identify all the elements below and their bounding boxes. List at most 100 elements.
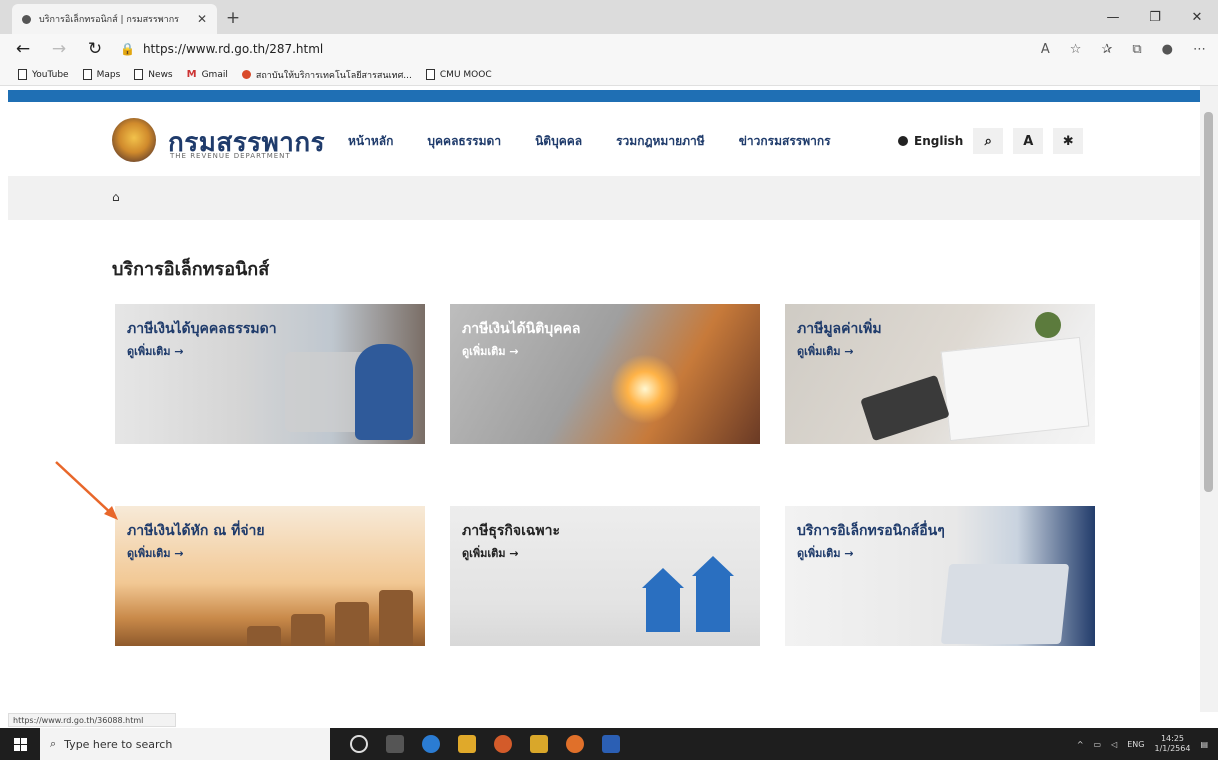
menu-corporate[interactable]: นิติบุคคล <box>535 132 582 151</box>
menu-home[interactable]: หน้าหลัก <box>348 132 393 151</box>
word-icon[interactable] <box>602 735 620 753</box>
menu-individual[interactable]: บุคคลธรรมดา <box>427 132 501 151</box>
status-url: https://www.rd.go.th/36088.html <box>8 713 176 727</box>
site-favicon-icon <box>22 14 31 24</box>
revenue-department-logo[interactable] <box>112 118 156 162</box>
institute-icon <box>241 70 251 79</box>
menu-tax-law[interactable]: รวมกฎหมายภาษี <box>616 132 705 151</box>
theme-toggle-button[interactable]: ✱ <box>1053 128 1084 154</box>
clock[interactable]: 14:25 1/1/2564 <box>1155 734 1191 754</box>
more-menu-icon[interactable]: ⋯ <box>1193 42 1206 57</box>
store-icon[interactable] <box>530 735 548 753</box>
favorite-star-icon[interactable]: ☆ <box>1070 42 1082 57</box>
menu-news[interactable]: ข่าวกรมสรรพากร <box>739 132 831 151</box>
language-indicator[interactable]: ENG <box>1127 740 1144 749</box>
globe-icon <box>898 136 908 146</box>
bookmark-news[interactable]: News <box>134 69 173 80</box>
chrome-icon[interactable] <box>494 735 512 753</box>
card-more-link[interactable]: ดูเพิ่มเติม → <box>797 544 854 562</box>
web-page: กรมสรรพากร THE REVENUE DEPARTMENT หน้าหล… <box>8 102 1200 712</box>
firefox-icon[interactable] <box>566 735 584 753</box>
site-header: กรมสรรพากร THE REVENUE DEPARTMENT หน้าหล… <box>8 102 1200 178</box>
site-top-bar <box>8 90 1200 102</box>
taskbar-apps <box>350 735 620 753</box>
bookmarks-bar: YouTube Maps News M Gmail สถาบันให้บริการ… <box>0 64 1218 86</box>
home-icon[interactable]: ⌂ <box>112 190 120 204</box>
maximize-button[interactable]: ❐ <box>1134 0 1176 34</box>
page-icon <box>134 69 144 80</box>
english-language-link[interactable]: English <box>898 134 963 148</box>
window-controls: — ❐ ✕ <box>1092 0 1218 34</box>
browser-tools: A ☆ ✰ ⧉ ● ⋯ <box>1041 42 1206 57</box>
edge-icon[interactable] <box>422 735 440 753</box>
search-icon: ⌕ <box>984 133 992 149</box>
card-personal-income-tax[interactable]: ภาษีเงินได้บุคคลธรรมดา ดูเพิ่มเติม → <box>115 304 425 444</box>
sun-icon: ✱ <box>1062 133 1074 149</box>
card-withholding-tax[interactable]: ภาษีเงินได้หัก ณ ที่จ่าย ดูเพิ่มเติม → <box>115 506 425 646</box>
network-icon[interactable]: ▭ <box>1094 740 1102 749</box>
address-bar[interactable]: 🔒 https://www.rd.go.th/287.html <box>120 42 1027 56</box>
screen: บริการอิเล็กทรอนิกส์ | กรมสรรพากร ✕ + — … <box>0 0 1218 760</box>
notifications-icon[interactable]: ▤ <box>1200 740 1208 749</box>
start-button[interactable] <box>0 728 40 760</box>
card-title: ภาษีธุรกิจเฉพาะ <box>462 523 560 539</box>
tab-strip: บริการอิเล็กทรอนิกส์ | กรมสรรพากร ✕ + — … <box>0 0 1218 34</box>
card-more-link[interactable]: ดูเพิ่มเติม → <box>462 342 519 360</box>
taskbar-search[interactable]: ⌕ Type here to search <box>40 728 330 760</box>
minimize-button[interactable]: — <box>1092 0 1134 34</box>
calculator-image <box>860 374 950 442</box>
gmail-icon: M <box>186 69 197 80</box>
papers-image <box>940 336 1090 442</box>
browser-tab[interactable]: บริการอิเล็กทรอนิกส์ | กรมสรรพากร ✕ <box>12 4 217 34</box>
new-tab-button[interactable]: + <box>223 8 243 28</box>
scrollbar-thumb[interactable] <box>1204 112 1213 492</box>
brand-subtitle: THE REVENUE DEPARTMENT <box>170 152 291 160</box>
lock-icon: 🔒 <box>120 42 135 56</box>
bookmark-youtube[interactable]: YouTube <box>18 69 69 80</box>
address-toolbar: ← → ↻ 🔒 https://www.rd.go.th/287.html A … <box>0 34 1218 64</box>
house-image <box>692 556 734 632</box>
bookmark-cmu-mooc[interactable]: CMU MOOC <box>425 69 492 80</box>
card-title: ภาษีมูลค่าเพิ่ม <box>797 321 882 337</box>
card-title: ภาษีเงินได้บุคคลธรรมดา <box>127 321 277 337</box>
card-more-link[interactable]: ดูเพิ่มเติม → <box>127 544 184 562</box>
bookmark-institute[interactable]: สถาบันให้บริการเทคโนโลยีสารสนเทศ... <box>241 68 412 82</box>
refresh-button[interactable]: ↻ <box>84 39 106 59</box>
file-explorer-icon[interactable] <box>458 735 476 753</box>
light-glow-image <box>610 354 680 424</box>
page-icon <box>82 69 92 80</box>
card-more-link[interactable]: ดูเพิ่มเติม → <box>797 342 854 360</box>
page-icon <box>18 69 27 80</box>
forward-button[interactable]: → <box>48 39 70 59</box>
bookmark-gmail[interactable]: M Gmail <box>187 69 228 80</box>
card-vat[interactable]: ภาษีมูลค่าเพิ่ม ดูเพิ่มเติม → <box>785 304 1095 444</box>
volume-icon[interactable]: ◁ <box>1111 740 1117 749</box>
card-specific-business-tax[interactable]: ภาษีธุรกิจเฉพาะ ดูเพิ่มเติม → <box>450 506 760 646</box>
back-button[interactable]: ← <box>12 39 34 59</box>
card-more-link[interactable]: ดูเพิ่มเติม → <box>127 342 184 360</box>
card-more-link[interactable]: ดูเพิ่มเติม → <box>462 544 519 562</box>
favorites-list-icon[interactable]: ✰ <box>1101 42 1112 57</box>
close-window-button[interactable]: ✕ <box>1176 0 1218 34</box>
laptop-image <box>940 564 1070 644</box>
read-aloud-icon[interactable]: A <box>1041 42 1050 57</box>
coin-stack-image <box>335 602 369 646</box>
cortana-icon[interactable] <box>350 735 368 753</box>
search-button[interactable]: ⌕ <box>973 128 1004 154</box>
font-size-button[interactable]: A <box>1013 128 1044 154</box>
search-icon: ⌕ <box>50 737 57 750</box>
card-title: ภาษีเงินได้หัก ณ ที่จ่าย <box>127 523 265 539</box>
task-view-icon[interactable] <box>386 735 404 753</box>
page-icon <box>425 69 435 80</box>
close-tab-icon[interactable]: ✕ <box>197 12 207 26</box>
address-text: https://www.rd.go.th/287.html <box>142 42 324 56</box>
card-corporate-income-tax[interactable]: ภาษีเงินได้นิติบุคคล ดูเพิ่มเติม → <box>450 304 760 444</box>
collections-icon[interactable]: ⧉ <box>1132 42 1141 57</box>
profile-avatar-icon[interactable]: ● <box>1162 42 1173 57</box>
tray-chevron-icon[interactable]: ^ <box>1077 740 1084 749</box>
main-menu: หน้าหลัก บุคคลธรรมดา นิติบุคคล รวมกฎหมาย… <box>348 132 865 151</box>
card-other-e-services[interactable]: บริการอิเล็กทรอนิกส์อื่นๆ ดูเพิ่มเติม → <box>785 506 1095 646</box>
card-title: บริการอิเล็กทรอนิกส์อื่นๆ <box>797 523 945 539</box>
windows-icon <box>13 737 27 751</box>
bookmark-maps[interactable]: Maps <box>82 69 120 80</box>
